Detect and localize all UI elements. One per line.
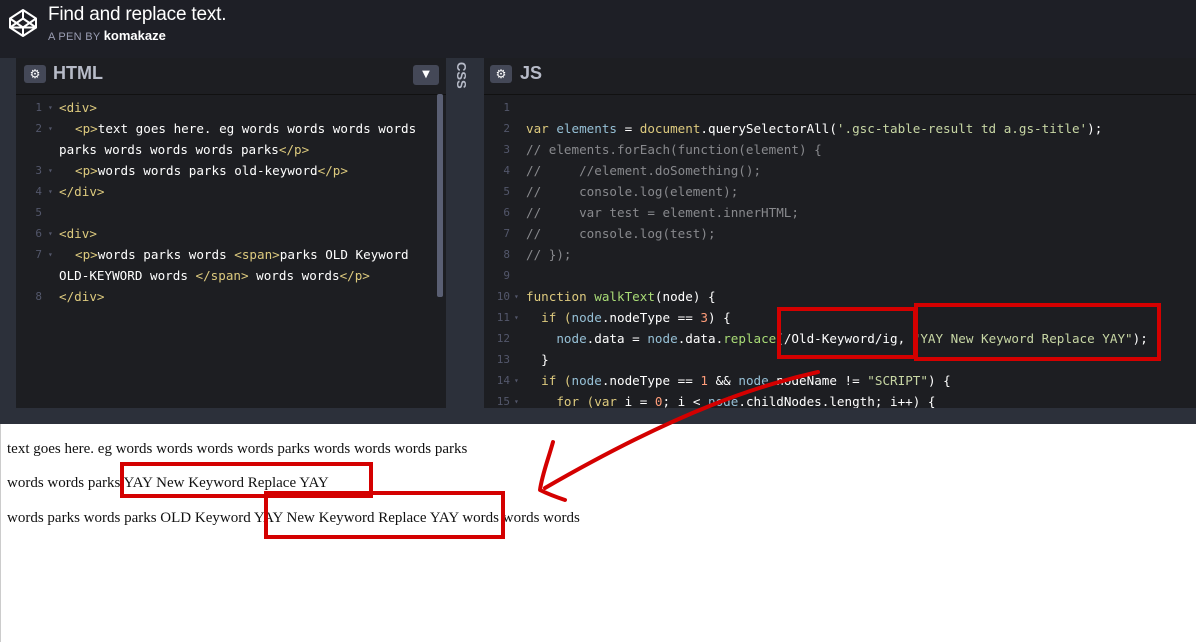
byline-prefix: A PEN BY — [48, 31, 101, 43]
result-preview: text goes here. eg words words words wor… — [0, 424, 1196, 642]
html-scrollbar[interactable] — [437, 94, 443, 297]
pen-byline: A PEN BY komakaze — [48, 28, 166, 43]
annotation-box-regex — [777, 307, 917, 359]
author-link[interactable]: komakaze — [104, 28, 166, 43]
preview-paragraph-1: text goes here. eg words words words wor… — [7, 441, 468, 457]
html-panel-title: HTML — [53, 63, 103, 83]
css-panel-title[interactable]: CSS — [449, 62, 469, 102]
html-panel-header: ⚙ HTML ▼ — [16, 58, 446, 92]
js-panel-header: ⚙ JS — [484, 58, 1196, 92]
html-code-area[interactable]: 1 ▾ <div> 2 ▾ <p>text goes here. eg words wo… — [16, 94, 446, 408]
pen-header: Find and replace text. A PEN BY komakaze — [0, 0, 1196, 58]
js-panel-title: JS — [520, 63, 543, 83]
annotation-box-replacement — [914, 303, 1161, 361]
css-editor-collapsed[interactable] — [446, 58, 468, 408]
annotation-box-result-2 — [264, 491, 505, 539]
html-settings-gear-icon[interactable]: ⚙ — [24, 65, 46, 83]
codepen-logo-icon[interactable] — [8, 8, 38, 38]
pen-title: Find and replace text. — [48, 4, 227, 25]
html-collapse-chevron-icon[interactable]: ▼ — [413, 65, 439, 85]
js-settings-gear-icon[interactable]: ⚙ — [490, 65, 512, 83]
editor-resize-bar[interactable] — [0, 408, 1196, 425]
html-editor-panel: ⚙ HTML ▼ 1 ▾ <div> 2 ▾ <p>text goes here. eg… — [16, 58, 446, 408]
